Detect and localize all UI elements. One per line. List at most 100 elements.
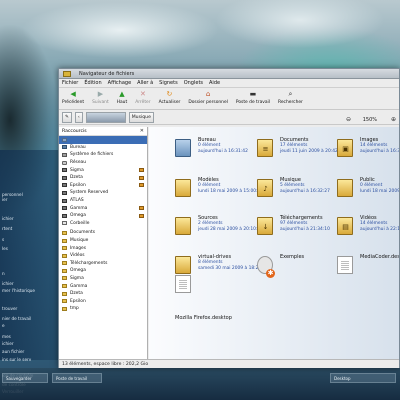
start-menu-item[interactable]: ichier bbox=[2, 281, 14, 286]
eject-icon[interactable] bbox=[139, 175, 144, 180]
start-menu-item[interactable]: nier de travail bbox=[2, 316, 31, 321]
sidebar-item[interactable]: Téléchargements bbox=[59, 260, 147, 268]
menu-signets[interactable]: Signets bbox=[159, 80, 178, 86]
sidebar-item[interactable]: Gamma bbox=[59, 204, 147, 212]
start-menu-item[interactable]: e bbox=[2, 323, 5, 328]
sidebar-header[interactable]: Raccourcis ✕ bbox=[59, 127, 147, 136]
reload-button[interactable]: ↻ Actualiser bbox=[159, 90, 181, 105]
zoom-out-icon[interactable]: ⊖ bbox=[346, 116, 351, 123]
file-item[interactable]: Mozilla Firefox.desktop bbox=[175, 275, 235, 321]
drive-icon bbox=[62, 190, 67, 195]
start-menu-item[interactable]: trouver bbox=[2, 306, 17, 311]
sidebar-item[interactable]: Vidéos bbox=[59, 252, 147, 260]
file-item[interactable]: Sources 2 éléments jeudi 28 mai 2009 à 20:… bbox=[175, 215, 263, 241]
eject-icon[interactable] bbox=[139, 206, 144, 211]
start-menu-item[interactable]: rtent bbox=[2, 226, 12, 231]
menu-affichage[interactable]: Affichage bbox=[108, 80, 132, 86]
menu-edition[interactable]: Édition bbox=[84, 80, 101, 86]
file-date: aujourd'hui à 16:32:27 bbox=[280, 188, 330, 194]
sidebar-item[interactable]: ATLAS bbox=[59, 197, 147, 205]
menu-fichier[interactable]: Fichier bbox=[62, 80, 78, 86]
computer-button[interactable]: ▬ Poste de travail bbox=[236, 90, 270, 105]
folder-icon bbox=[62, 291, 67, 296]
sidebar-item[interactable]: Epsilon bbox=[59, 297, 147, 305]
breadcrumb-current[interactable]: Musique bbox=[128, 111, 154, 123]
file-item[interactable]: ▣ Images 14 éléments aujourd'hui à 16:38 bbox=[337, 137, 399, 163]
sidebar-item[interactable]: Dzeta bbox=[59, 174, 147, 182]
eject-icon[interactable] bbox=[139, 183, 144, 188]
folder-icon: ♪ bbox=[257, 179, 273, 197]
breadcrumb-home[interactable] bbox=[85, 111, 126, 123]
sidebar-item-label: System Reserved bbox=[70, 190, 109, 196]
taskbar-button-2[interactable]: Poste de travail bbox=[52, 373, 102, 383]
desktop-folder-icon bbox=[175, 139, 191, 157]
close-icon[interactable]: ✕ bbox=[140, 128, 144, 134]
sidebar-item[interactable]: Documents bbox=[59, 229, 147, 237]
sidebar-item-label: Réseau bbox=[70, 160, 87, 166]
start-menu-item[interactable]: ichier bbox=[2, 216, 14, 221]
sidebar-item-label: Omega bbox=[70, 268, 86, 274]
status-text: 13 éléments, espace libre : 202,2 Gio bbox=[62, 361, 149, 367]
home-folder-button[interactable]: ⌂ Dossier personnel bbox=[188, 90, 228, 105]
file-date: aujourd'hui à 16:31:42 bbox=[198, 148, 248, 154]
start-menu-item[interactable]: s bbox=[2, 237, 4, 242]
start-menu-item[interactable]: mer l'historique bbox=[2, 288, 35, 293]
file-item[interactable]: ▤ Vidéos 14 éléments aujourd'hui à 22:11 bbox=[337, 215, 399, 241]
menu-aide[interactable]: Aide bbox=[209, 80, 220, 86]
up-button[interactable]: ▲ Haut bbox=[117, 90, 128, 105]
file-item[interactable]: ♪ Musique 5 éléments aujourd'hui à 16:32:27 bbox=[257, 177, 330, 203]
sidebar-item[interactable]: Sigma bbox=[59, 166, 147, 174]
file-count: 17 éléments bbox=[280, 143, 308, 148]
sidebar-item[interactable]: Omega bbox=[59, 212, 147, 220]
sidebar-item[interactable] bbox=[59, 136, 147, 144]
file-item[interactable]: ✱ Exemples bbox=[257, 254, 317, 280]
start-menu-item[interactable]: ier bbox=[2, 197, 7, 202]
sidebar-item[interactable]: System Reserved bbox=[59, 189, 147, 197]
computer-icon: ▬ bbox=[249, 90, 257, 98]
sidebar-item[interactable]: Dzeta bbox=[59, 290, 147, 298]
sidebar-item[interactable]: Omega bbox=[59, 267, 147, 275]
start-menu-item[interactable]: ichier bbox=[2, 341, 14, 346]
sidebar-item[interactable]: tmp bbox=[59, 305, 147, 313]
file-item[interactable]: Bureau 0 élément aujourd'hui à 16:31:42 bbox=[175, 137, 248, 163]
sidebar-item[interactable]: Système de fichiers bbox=[59, 151, 147, 159]
sidebar-item-label: Gamma bbox=[70, 205, 88, 211]
sidebar-item[interactable]: Bureau bbox=[59, 144, 147, 152]
examples-icon: ✱ bbox=[257, 256, 275, 278]
file-item[interactable]: ↓ Téléchargements 97 éléments aujourd'hui à… bbox=[257, 215, 330, 241]
file-item[interactable]: Modèles 0 élément lundi 18 mai 2009 à 15:0… bbox=[175, 177, 263, 203]
crumb-scroll-left[interactable]: ‹ bbox=[74, 111, 83, 123]
folder-icon bbox=[62, 253, 67, 258]
start-menu-item[interactable]: ins sur le serv bbox=[2, 357, 31, 362]
stop-button[interactable]: ✕ Arrêter bbox=[135, 90, 150, 105]
back-button[interactable]: ◀ Précédent bbox=[62, 90, 84, 105]
edit-location-button[interactable]: ✎ bbox=[62, 111, 72, 123]
sidebar-item-label: Musique bbox=[70, 238, 89, 244]
sidebar-item[interactable]: Sigma bbox=[59, 275, 147, 283]
taskbar-button-desktop[interactable]: Desktop bbox=[330, 373, 396, 383]
start-menu-item[interactable]: les bbox=[2, 246, 8, 251]
taskbar-button-1[interactable]: Sauvegarder bbox=[2, 373, 48, 383]
file-item[interactable]: Public 0 élément lundi 18 mai 2009 bbox=[337, 177, 399, 203]
sidebar-item[interactable]: Musique bbox=[59, 237, 147, 245]
sidebar-item[interactable]: Images bbox=[59, 244, 147, 252]
file-item[interactable]: ≡ Documents 17 éléments jeudi 11 juin 2009 … bbox=[257, 137, 345, 163]
file-item[interactable]: MediaCoder.deskto bbox=[337, 254, 399, 280]
window-titlebar[interactable]: Navigateur de fichiers bbox=[59, 69, 399, 79]
folder-icon bbox=[62, 306, 67, 311]
zoom-in-icon[interactable]: ⊕ bbox=[391, 116, 396, 123]
sidebar-item[interactable]: Corbeille bbox=[59, 220, 147, 228]
menu-aller[interactable]: Aller à bbox=[137, 80, 153, 86]
start-menu-item[interactable]: n bbox=[2, 271, 5, 276]
zoom-level[interactable]: 150% bbox=[363, 117, 377, 123]
menu-onglets[interactable]: Onglets bbox=[184, 80, 203, 86]
sidebar-item[interactable]: Réseau bbox=[59, 159, 147, 167]
start-menu-item[interactable]: aun fichier bbox=[2, 349, 24, 354]
start-menu-item[interactable]: mes bbox=[2, 334, 11, 339]
eject-icon[interactable] bbox=[139, 168, 144, 173]
search-button[interactable]: ⌕ Rechercher bbox=[278, 90, 303, 105]
forward-button[interactable]: ▶ Suivant bbox=[92, 90, 109, 105]
sidebar-item[interactable]: Epsilon bbox=[59, 182, 147, 190]
eject-icon[interactable] bbox=[139, 213, 144, 218]
sidebar-item[interactable]: Gamma bbox=[59, 282, 147, 290]
